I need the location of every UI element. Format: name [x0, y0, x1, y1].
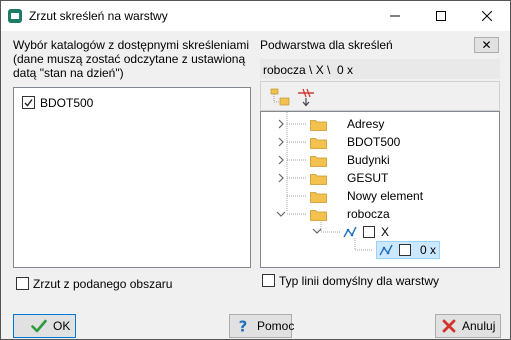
- folder-icon: [310, 190, 327, 203]
- minimize-button[interactable]: [372, 1, 418, 31]
- cancel-button-label: Anuluj: [462, 319, 496, 333]
- line-layer-icon: [379, 243, 393, 260]
- catalog-heading-line3: datą "stan na dzień"): [13, 66, 124, 80]
- folder-tree-icon: [269, 88, 291, 111]
- line-layer-icon: [343, 225, 357, 242]
- dialog-window: Zrzut skreśleń na warstwy Wybór katalogó…: [0, 0, 511, 340]
- close-icon: ✕: [481, 38, 492, 52]
- catalog-heading-line1: Wybór katalogów z dostępnymi skreśleniam…: [13, 38, 249, 52]
- layer-tree[interactable]: Adresy BDOT500 Budynki GESUT Nowy elemen…: [260, 111, 500, 268]
- help-icon: ?: [235, 318, 251, 334]
- line-style-icon: [295, 88, 317, 111]
- catalog-label-bdot500: BDOT500: [40, 96, 94, 110]
- catalog-list[interactable]: BDOT500: [13, 87, 251, 268]
- add-folder-button[interactable]: [269, 86, 291, 108]
- tree-toolbar: [260, 81, 500, 111]
- cancel-x-icon: [442, 319, 456, 333]
- folder-icon: [310, 136, 327, 149]
- tree-item-nowy-element[interactable]: Nowy element: [347, 189, 423, 203]
- area-checkbox-label[interactable]: Zrzut z podanego obszaru: [33, 277, 172, 291]
- sublayer-path-field: robocza \ X \ 0 x: [260, 59, 500, 79]
- layer-x-checkbox[interactable]: [363, 226, 375, 238]
- svg-text:?: ?: [239, 318, 248, 334]
- maximize-button[interactable]: [418, 1, 464, 31]
- default-line-type-label[interactable]: Typ linii domyślny dla warstwy: [279, 274, 439, 288]
- folder-icon: [310, 118, 327, 131]
- checkmark-icon: [31, 319, 47, 333]
- default-line-type-checkbox[interactable]: [262, 274, 275, 287]
- app-icon: [7, 8, 23, 24]
- help-button-label: Pomoc: [257, 319, 295, 333]
- catalog-heading-line2: (dane muszą zostać odczytane z ustawioną: [13, 52, 246, 66]
- tree-item-x[interactable]: X: [381, 225, 389, 239]
- tree-item-budynki[interactable]: Budynki: [347, 153, 390, 167]
- tree-item-gesut[interactable]: GESUT: [347, 171, 388, 185]
- tree-item-bdot500[interactable]: BDOT500: [347, 135, 400, 149]
- layer-0x-checkbox[interactable]: [399, 244, 411, 256]
- area-checkbox[interactable]: [16, 277, 29, 290]
- sublayer-heading: Podwarstwa dla skreśleń: [260, 38, 393, 52]
- folder-icon: [310, 208, 327, 221]
- tree-item-robocza[interactable]: robocza: [347, 207, 390, 221]
- window-title: Zrzut skreśleń na warstwy: [29, 9, 168, 23]
- help-button[interactable]: ? Pomoc: [229, 314, 295, 338]
- close-window-button[interactable]: [464, 1, 510, 31]
- catalog-checkbox-bdot500[interactable]: [22, 96, 35, 109]
- ok-button-label: OK: [53, 319, 71, 333]
- clear-sublayer-button[interactable]: ✕: [474, 37, 499, 53]
- ok-button[interactable]: OK: [13, 314, 76, 338]
- line-type-button[interactable]: [295, 86, 317, 108]
- folder-icon: [310, 154, 327, 167]
- title-bar: Zrzut skreśleń na warstwy: [1, 1, 510, 31]
- folder-icon: [310, 172, 327, 185]
- tree-item-0x[interactable]: 0 x: [420, 243, 436, 257]
- cancel-button[interactable]: Anuluj: [435, 314, 501, 338]
- tree-item-adresy[interactable]: Adresy: [347, 117, 384, 131]
